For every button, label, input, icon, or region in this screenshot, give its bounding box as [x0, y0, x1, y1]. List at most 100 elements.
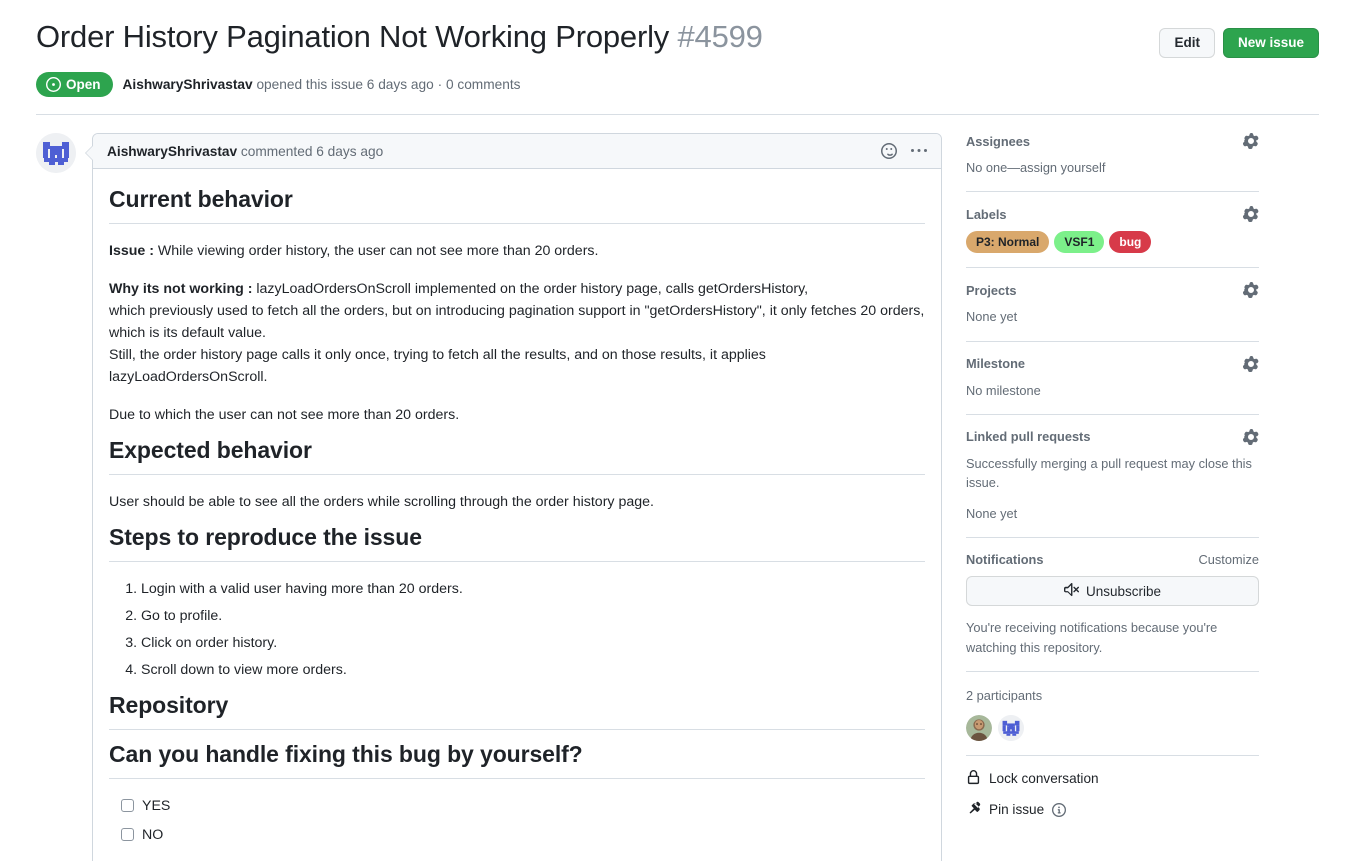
unsubscribe-button[interactable]: Unsubscribe	[966, 576, 1259, 607]
comment-thread: AishwaryShrivastav commented 6 days ago	[36, 133, 942, 861]
why-line-1: lazyLoadOrdersOnScroll implemented on th…	[252, 281, 809, 298]
notifications-header: Notifications Customize	[966, 552, 1259, 567]
heading-repository: Repository	[109, 691, 925, 730]
lock-conversation-label: Lock conversation	[989, 771, 1099, 787]
linked-prs-description: Successfully merging a pull request may …	[966, 455, 1252, 490]
due-paragraph: Due to which the user can not see more t…	[109, 407, 460, 424]
checkbox-yes[interactable]	[121, 799, 134, 813]
projects-value: None yet	[966, 309, 1018, 325]
meta-separator: ·	[437, 77, 443, 93]
mute-icon	[1063, 582, 1079, 600]
title-row: Order History Pagination Not Working Pro…	[36, 18, 1319, 59]
kebab-menu-icon[interactable]	[911, 143, 927, 159]
issue-body-columns: AishwaryShrivastav commented 6 days ago	[0, 115, 1355, 861]
why-line-2: which previously used to fetch all the o…	[109, 303, 925, 320]
heading-current-behavior: Current behavior	[109, 185, 925, 225]
expected-paragraph: User should be able to see all the order…	[109, 493, 654, 510]
checkbox-no-label: NO	[142, 826, 164, 843]
list-item: Login with a valid user having more than…	[141, 578, 925, 600]
participants-count: 2 participants	[966, 687, 1043, 703]
sidebar-section-assignees: Assignees No one—assign yourself	[966, 133, 1259, 193]
list-item: Scroll down to view more orders.	[141, 659, 925, 681]
sidebar-section-projects: Projects None yet	[966, 268, 1259, 342]
page-title: Order History Pagination Not Working Pro…	[36, 18, 763, 57]
participant-avatar[interactable]	[998, 714, 1024, 741]
header-actions: Edit New issue	[1159, 18, 1319, 59]
sidebar-section-labels: Labels P3: Normal VSF1 bug	[966, 192, 1259, 269]
gear-icon[interactable]	[1243, 282, 1259, 299]
sidebar-section-participants: 2 participants	[966, 672, 1259, 756]
notifications-description: You're receiving notifications because y…	[966, 620, 1218, 655]
issue-opened-text: opened this issue 6 days ago	[256, 77, 434, 93]
issue-sidebar: Assignees No one—assign yourself Labels	[966, 133, 1259, 861]
milestone-title: Milestone	[966, 356, 1026, 372]
issue-number: #4599	[677, 19, 763, 54]
linked-prs-title: Linked pull requests	[966, 429, 1091, 445]
heading-can-you-fix: Can you handle fixing this bug by yourse…	[109, 740, 925, 779]
issue-header: Order History Pagination Not Working Pro…	[0, 0, 1355, 116]
issue-author-link[interactable]: AishwaryShrivastav	[123, 77, 253, 92]
assignees-title: Assignees	[966, 133, 1031, 149]
list-item: Go to profile.	[141, 605, 925, 627]
checkbox-no[interactable]	[121, 828, 134, 842]
heading-expected-behavior: Expected behavior	[109, 436, 925, 475]
labels-list: P3: Normal VSF1 bug	[966, 231, 1259, 254]
linked-prs-header: Linked pull requests	[966, 428, 1259, 445]
task-list-item-yes[interactable]: YES	[121, 795, 925, 817]
assignees-header: Assignees	[966, 133, 1259, 150]
list-item: Click on order history.	[141, 632, 925, 654]
issue-label: Issue :	[109, 243, 154, 260]
issue-text: While viewing order history, the user ca…	[153, 243, 599, 260]
comment-author-link[interactable]: AishwaryShrivastav	[107, 144, 237, 159]
label-chip[interactable]: P3: Normal	[966, 231, 1050, 254]
projects-title: Projects	[966, 282, 1017, 298]
gear-icon[interactable]	[1243, 206, 1259, 223]
task-list: YES NO	[109, 795, 925, 846]
sidebar-section-linked-prs: Linked pull requests Successfully mergin…	[966, 415, 1259, 539]
label-chip[interactable]: bug	[1109, 231, 1152, 254]
edit-button[interactable]: Edit	[1159, 28, 1215, 59]
checkbox-yes-label: YES	[142, 797, 171, 814]
labels-header: Labels	[966, 206, 1259, 223]
comment-header-text: AishwaryShrivastav commented 6 days ago	[107, 144, 383, 159]
pin-icon	[966, 801, 981, 819]
smiley-icon[interactable]	[881, 143, 897, 160]
task-list-item-no[interactable]: NO	[121, 824, 925, 846]
customize-link[interactable]: Customize	[1199, 552, 1259, 567]
milestone-header: Milestone	[966, 355, 1259, 372]
assignees-value[interactable]: No one—assign yourself	[966, 158, 1259, 177]
issue-page: Order History Pagination Not Working Pro…	[0, 0, 1355, 861]
comment-body: Current behavior Issue : While viewing o…	[93, 169, 941, 861]
issue-paragraph: Issue : While viewing order history, the…	[109, 240, 925, 262]
lock-icon	[966, 769, 981, 788]
status-badge: Open	[36, 72, 113, 98]
sidebar-section-milestone: Milestone No milestone	[966, 342, 1259, 415]
sidebar-section-actions: Lock conversation Pin issue	[966, 756, 1259, 833]
participant-avatar[interactable]	[966, 714, 992, 741]
gear-icon[interactable]	[1243, 355, 1259, 372]
status-badge-label: Open	[66, 77, 101, 93]
lock-conversation-button[interactable]: Lock conversation	[966, 769, 1259, 788]
labels-title: Labels	[966, 206, 1007, 222]
heading-steps-to-reproduce: Steps to reproduce the issue	[109, 523, 925, 562]
info-icon[interactable]	[1052, 802, 1067, 817]
comment-header: AishwaryShrivastav commented 6 days ago	[93, 134, 941, 170]
comment-action-text: commented 6 days ago	[240, 143, 384, 159]
sidebar-section-notifications: Notifications Customize Unsubscribe You'…	[966, 538, 1259, 672]
pin-issue-label: Pin issue	[989, 802, 1045, 818]
why-paragraph: Why its not working : lazyLoadOrdersOnSc…	[109, 278, 925, 388]
comment-container: AishwaryShrivastav commented 6 days ago	[85, 133, 942, 861]
why-label: Why its not working :	[109, 281, 253, 298]
issue-open-icon	[46, 77, 61, 93]
gear-icon[interactable]	[1243, 133, 1259, 150]
why-line-4: Still, the order history page calls it o…	[109, 347, 766, 386]
unsubscribe-label: Unsubscribe	[1085, 583, 1162, 599]
issue-comment-count: 0 comments	[445, 77, 521, 93]
avatar[interactable]	[36, 133, 76, 174]
linked-prs-value: None yet	[966, 506, 1018, 522]
gear-icon[interactable]	[1243, 428, 1259, 445]
why-line-3: which is its default value.	[109, 325, 266, 342]
new-issue-button[interactable]: New issue	[1222, 28, 1319, 59]
label-chip[interactable]: VSF1	[1054, 231, 1105, 254]
pin-issue-button[interactable]: Pin issue	[966, 801, 1259, 819]
